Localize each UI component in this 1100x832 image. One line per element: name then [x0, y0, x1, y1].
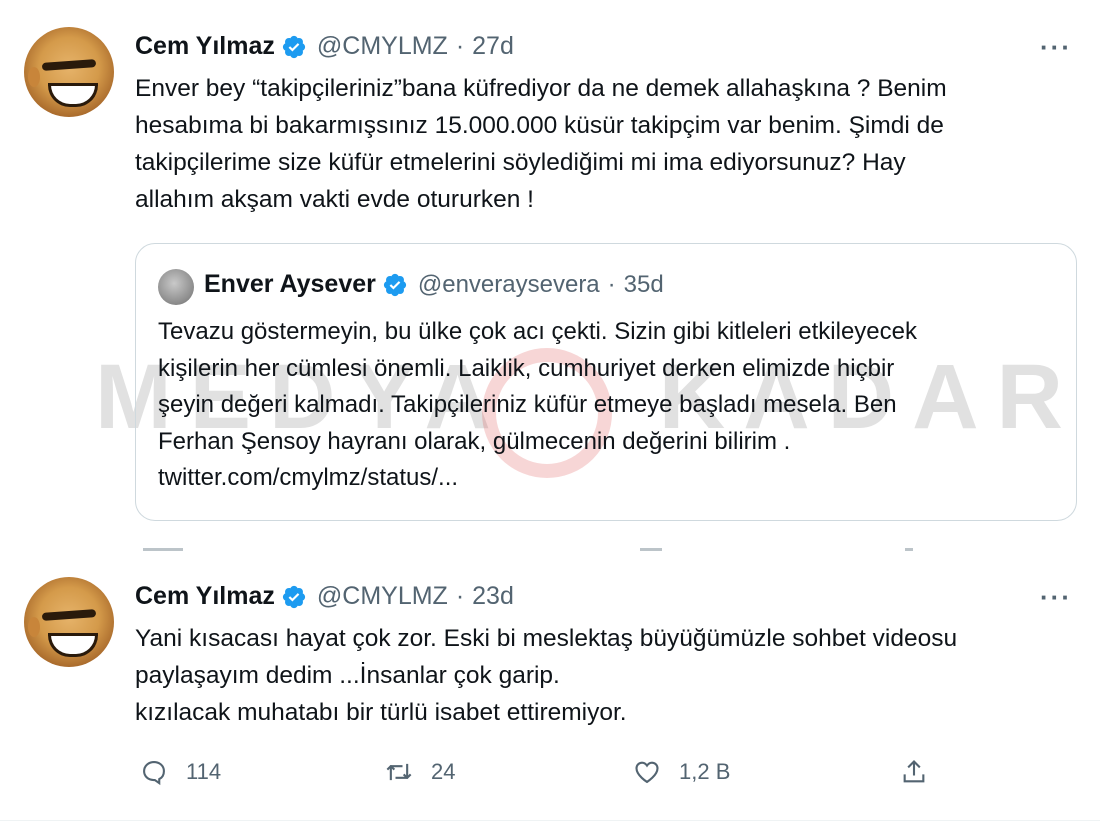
tweet-text-line: allahım akşam vakti evde otururken ! — [135, 186, 534, 213]
like-button[interactable]: 1,2 B — [633, 758, 730, 786]
avatar-mouth — [48, 83, 98, 107]
tweet-header: Cem Yılmaz @CMYLMZ · 23d — [135, 582, 514, 611]
avatar-ear — [28, 67, 40, 87]
avatar-mouth — [48, 633, 98, 657]
tweet-time[interactable]: 27d — [472, 32, 514, 61]
avatar-brow — [41, 609, 97, 621]
quoted-avatar — [158, 269, 194, 305]
share-icon — [903, 760, 925, 783]
reply-count: 114 — [186, 759, 222, 784]
quoted-text-line: Ferhan Şensoy hayranı olarak, gülmecenin… — [158, 427, 791, 455]
retweet-count: 24 — [431, 759, 456, 784]
author-handle[interactable]: @CMYLMZ — [317, 32, 448, 61]
author-handle[interactable]: @CMYLMZ — [317, 582, 448, 611]
dot-separator: · — [455, 32, 465, 60]
tweet-text: Enver bey “takipçileriniz”bana küfrediyo… — [135, 70, 947, 218]
quoted-author-handle: @enveraysevera — [417, 270, 600, 298]
reply-icon — [143, 761, 165, 786]
author-name[interactable]: Cem Yılmaz — [135, 32, 275, 61]
retweet-button[interactable]: 24 — [385, 758, 455, 786]
dot-separator: · — [455, 582, 465, 610]
divider — [135, 548, 915, 552]
tweet-actions: 114 24 1,2 B — [0, 754, 1100, 794]
tweet-header: Cem Yılmaz @CMYLMZ · 27d — [135, 32, 514, 61]
quoted-header: Enver Aysever @enveraysevera · 35d — [204, 270, 664, 299]
tweet-text-line: Yani kısacası hayat çok zor. Eski bi mes… — [135, 625, 958, 652]
quoted-text-line: Tevazu göstermeyin, bu ülke çok acı çekt… — [158, 318, 917, 345]
tweet-text-line: takipçilerime size küfür etmelerini söyl… — [135, 149, 906, 176]
tweet-text-line: hesabıma bi bakarmışsınız 15.000.000 küs… — [135, 112, 944, 139]
tweet-text-line: kızılacak muhatabı bir türlü isabet etti… — [135, 699, 627, 726]
quoted-text-line: şeyin değeri kalmadı. Takipçileriniz küf… — [158, 391, 897, 418]
verified-badge-icon — [282, 35, 305, 58]
like-count: 1,2 B — [679, 759, 731, 784]
share-button[interactable] — [900, 758, 928, 786]
heart-icon — [635, 761, 659, 784]
tweet-text-line: Enver bey “takipçileriniz”bana küfrediyo… — [135, 75, 947, 102]
tweet-text-line: paylaşayım dedim ...İnsanlar çok garip. — [135, 662, 560, 689]
quoted-author-name: Enver Aysever — [204, 270, 376, 298]
avatar[interactable] — [24, 27, 114, 117]
quoted-text-line: kişilerin her cümlesi önemli. Laiklik, c… — [158, 354, 895, 382]
divider — [0, 820, 1100, 821]
avatar[interactable] — [24, 577, 114, 667]
dot-separator: · — [607, 270, 616, 298]
quoted-link[interactable]: twitter.com/cmylmz/status/... — [158, 460, 917, 497]
avatar-brow — [41, 59, 97, 71]
retweet-icon — [386, 763, 412, 781]
author-name[interactable]: Cem Yılmaz — [135, 582, 275, 611]
quoted-text: Tevazu göstermeyin, bu ülke çok acı çekt… — [158, 314, 917, 497]
tweet-time[interactable]: 23d — [472, 582, 514, 611]
quoted-tweet[interactable]: Enver Aysever @enveraysevera · 35d Tevaz… — [135, 243, 1077, 521]
more-options-icon[interactable]: ··· — [1040, 32, 1072, 63]
reply-button[interactable]: 114 — [140, 758, 221, 786]
more-options-icon[interactable]: ··· — [1040, 582, 1072, 613]
avatar-ear — [28, 617, 40, 637]
quoted-time: 35d — [623, 270, 664, 298]
tweet-text: Yani kısacası hayat çok zor. Eski bi mes… — [135, 620, 957, 731]
verified-badge-icon — [282, 585, 305, 608]
verified-badge-icon — [383, 273, 406, 296]
